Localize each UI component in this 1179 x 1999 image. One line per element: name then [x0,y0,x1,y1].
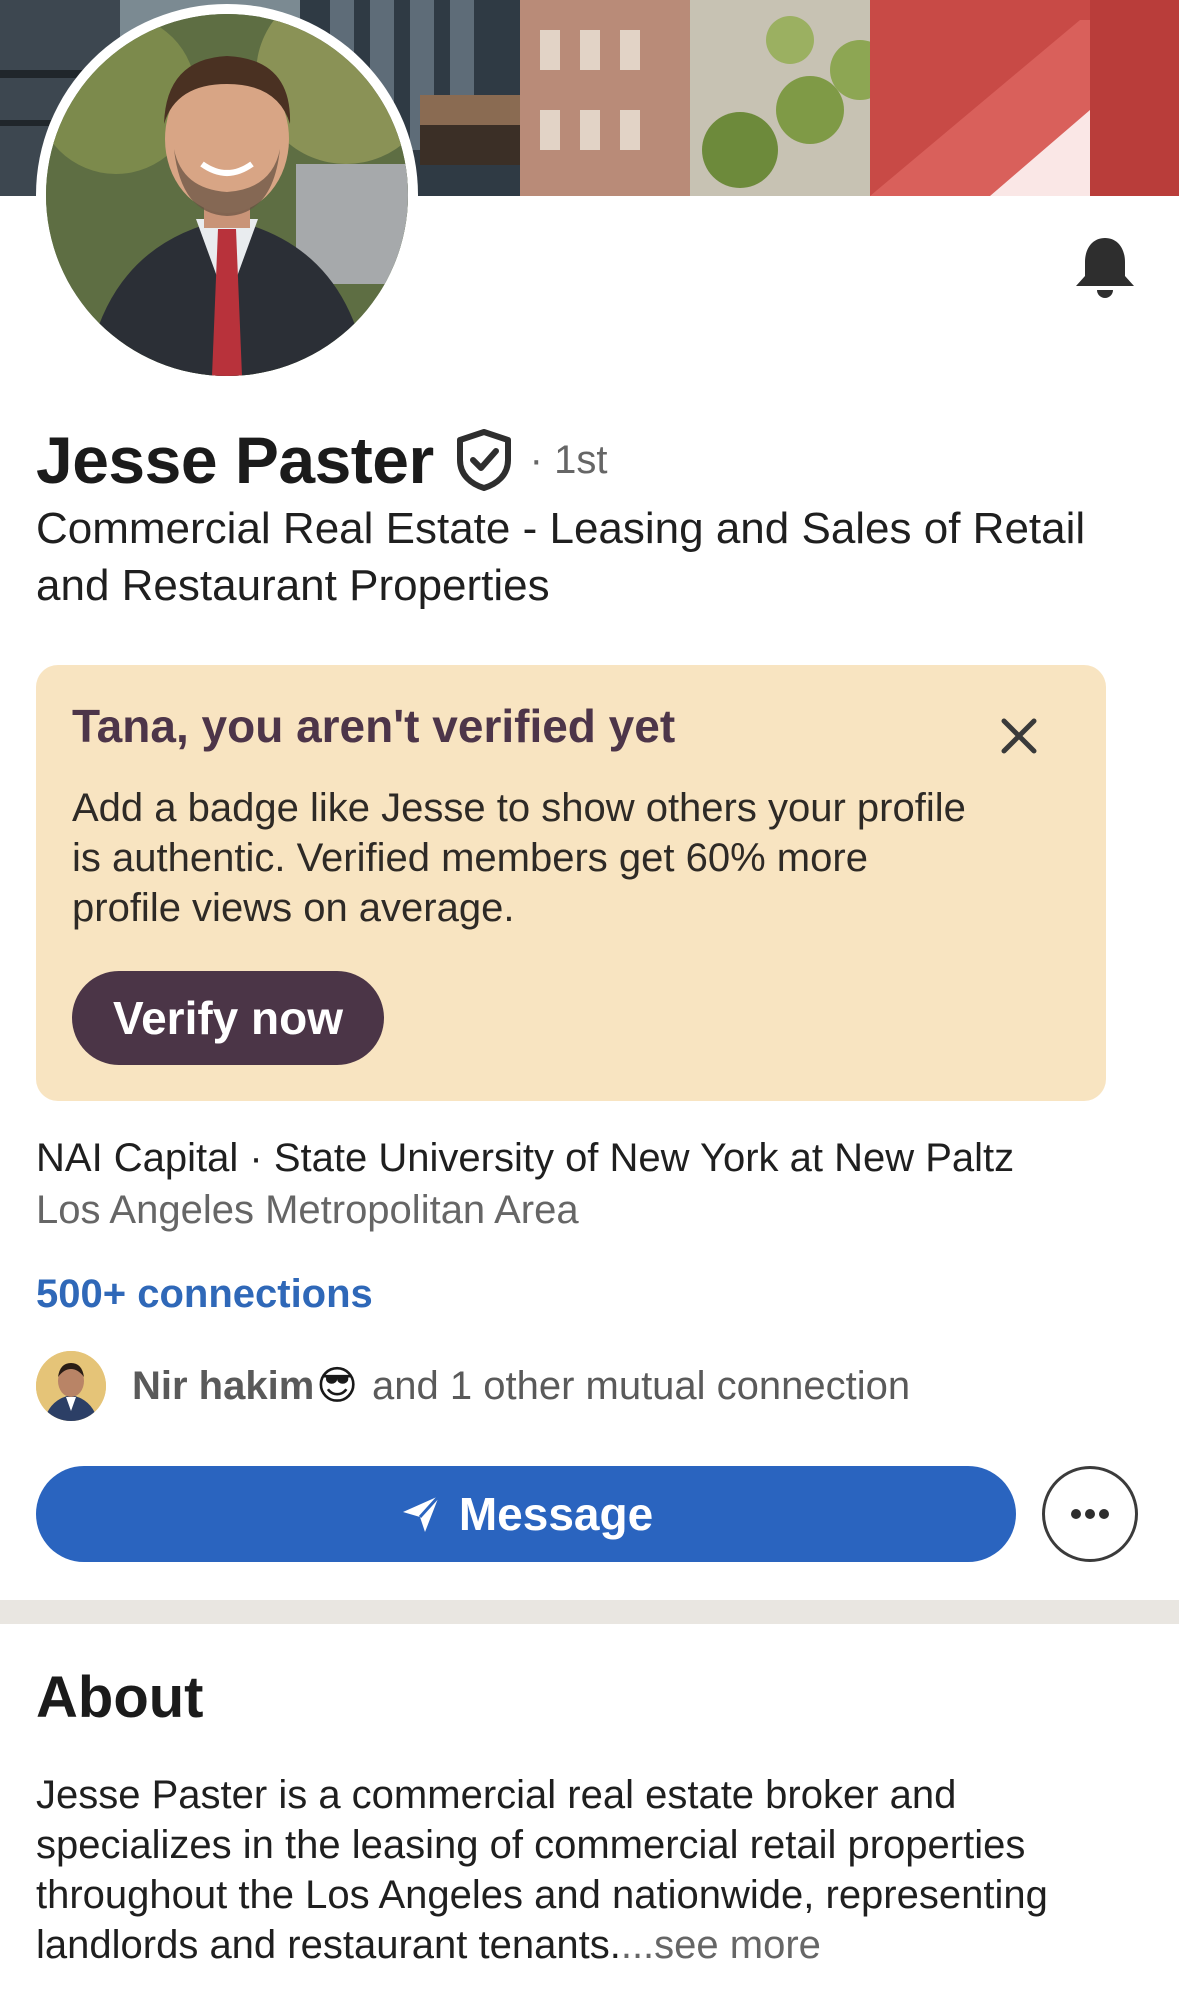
mutual-name: Nir hakim [132,1363,315,1408]
connection-degree: · 1st [529,437,608,482]
connections-link[interactable]: 500+ connections [36,1272,373,1317]
about-text: Jesse Paster is a commercial real estate… [36,1770,1156,1970]
mutual-connection-text: and 1 other mutual connection [372,1363,911,1408]
banner-title: Tana, you aren't verified yet [72,700,676,752]
send-icon [402,1494,440,1532]
profile-organization[interactable]: NAI Capital · State University of New Yo… [36,1136,1014,1181]
verify-now-button[interactable]: Verify now [72,971,384,1065]
sunglasses-emoji: 😎 [316,1364,358,1408]
banner-body: Add a badge like Jesse to show others yo… [72,786,966,930]
mutual-connections[interactable]: Nir hakim 😎 and 1 other mutual connectio… [36,1350,910,1422]
message-label: Message [458,1488,654,1540]
bell-icon[interactable] [1068,232,1142,306]
profile-headline: Commercial Real Estate - Leasing and Sal… [36,504,1086,610]
see-more-link[interactable]: ...see more [621,1923,821,1967]
verified-shield-icon[interactable] [454,428,514,492]
more-options-button[interactable] [1042,1466,1138,1562]
profile-location: Los Angeles Metropolitan Area [36,1188,579,1232]
more-icon [1071,1509,1109,1519]
section-divider [0,1600,1179,1624]
profile-name: Jesse Paster [36,423,434,497]
about-heading: About [36,1665,204,1730]
name-row: Jesse Paster · 1st [36,418,607,502]
profile-avatar[interactable] [36,4,418,386]
message-button[interactable]: Message [36,1466,1016,1562]
profile-photo [46,14,408,376]
about-body: Jesse Paster is a commercial real estate… [36,1773,1048,1967]
close-icon[interactable] [994,711,1044,761]
mutual-avatar [36,1351,106,1421]
verification-banner: Tana, you aren't verified yet Add a badg… [36,665,1106,1101]
